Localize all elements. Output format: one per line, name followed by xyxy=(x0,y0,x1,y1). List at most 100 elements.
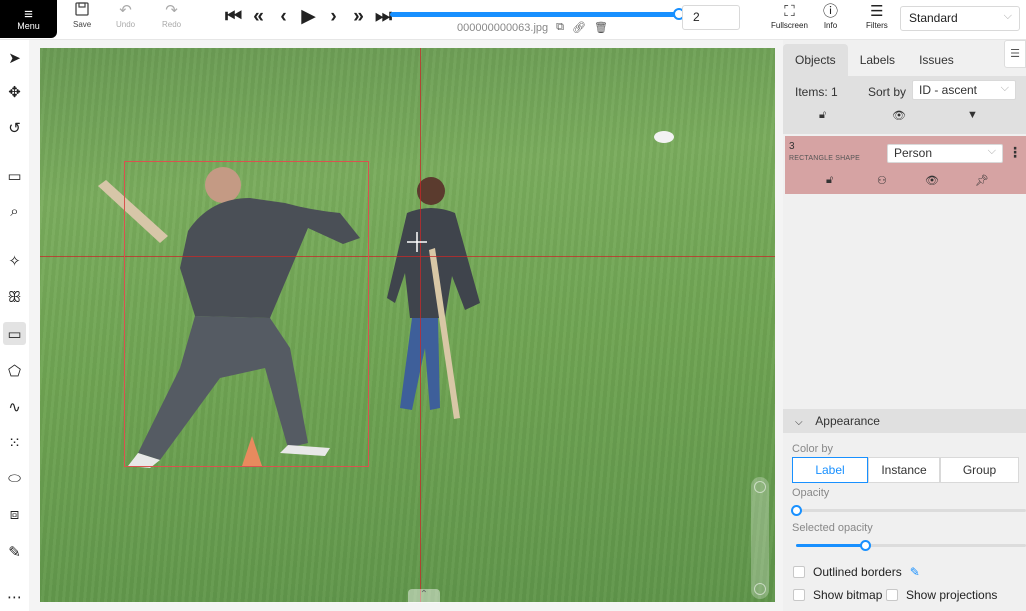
filters-button[interactable]: ☰ Filters xyxy=(866,3,888,30)
object-type: RECTANGLE SHAPE xyxy=(789,155,860,162)
object-label-value: Person xyxy=(894,146,933,160)
fast-backward-icon[interactable]: « xyxy=(247,4,270,30)
objects-sidebar: Objects Labels Issues ☰ Items: 1 Sort by… xyxy=(783,40,1026,611)
prev-frame-icon[interactable]: ‹ xyxy=(272,4,295,30)
frame-slider[interactable] xyxy=(390,12,678,17)
next-frame-icon[interactable]: › xyxy=(322,4,345,30)
delete-icon[interactable]: 🗑︎ xyxy=(594,21,608,34)
first-frame-icon[interactable]: ⏮ xyxy=(222,4,245,30)
lock-icon[interactable]: 🔓︎ xyxy=(826,174,833,187)
show-projections-checkbox[interactable] xyxy=(886,589,898,601)
color-by-label-option[interactable]: Label xyxy=(792,457,868,483)
object-label-select[interactable]: Person ⌵ xyxy=(887,144,1003,163)
collapse-sidebar-icon[interactable]: ☰ xyxy=(1004,40,1026,68)
sort-select[interactable]: ID - ascent ⌵ xyxy=(912,80,1016,100)
color-by-instance-option[interactable]: Instance xyxy=(868,457,940,483)
fast-forward-icon[interactable]: » xyxy=(347,4,370,30)
fullscreen-label: Fullscreen xyxy=(771,21,808,30)
show-bitmap-checkbox[interactable] xyxy=(793,589,805,601)
zoom-region-icon[interactable]: ⌕ xyxy=(3,200,26,223)
color-by-group-option[interactable]: Group xyxy=(940,457,1019,483)
zoom-handle-bottom[interactable] xyxy=(754,583,766,595)
opencv-icon[interactable]: ꕥ xyxy=(3,286,26,309)
chevron-up-icon[interactable]: ⌃ xyxy=(408,589,440,603)
lock-all-icon[interactable]: 🔓︎ xyxy=(819,109,826,122)
menu-button[interactable]: ≡ Menu xyxy=(0,0,57,38)
redo-button[interactable]: ↷ Redo xyxy=(162,2,181,29)
appearance-header[interactable]: ⌵ Appearance xyxy=(783,409,1026,433)
rectangle-annotation[interactable] xyxy=(124,161,369,467)
color-by-toggle: Label Instance Group xyxy=(792,457,1019,483)
undo-button[interactable]: ↶ Undo xyxy=(116,2,135,29)
more-icon[interactable]: ⋯ xyxy=(3,585,26,608)
move-icon[interactable]: ✥ xyxy=(3,80,26,103)
rotate-icon[interactable]: ↺ xyxy=(3,116,26,139)
menu-label: Menu xyxy=(17,20,40,31)
show-bitmap-row[interactable]: Show bitmap xyxy=(793,588,882,602)
polygon-icon[interactable]: ⬠ xyxy=(3,359,26,382)
workspace-select[interactable]: Standard ⌵ xyxy=(900,6,1020,31)
undo-icon: ↶ xyxy=(119,2,132,19)
filename: 000000000063.jpg xyxy=(457,21,549,34)
crosshair-vertical xyxy=(420,48,421,602)
canvas-zoom-scrollbar[interactable] xyxy=(751,477,769,599)
points-icon[interactable]: ⁙ xyxy=(3,431,26,454)
frame-number-input[interactable]: 2 xyxy=(682,5,740,30)
show-bitmap-label: Show bitmap xyxy=(813,588,883,602)
brush-icon[interactable]: ✎ xyxy=(3,540,26,563)
tab-labels[interactable]: Labels xyxy=(848,44,907,76)
magic-wand-icon[interactable]: ✧ xyxy=(3,249,26,272)
opacity-slider-handle[interactable] xyxy=(791,505,802,516)
crosshair-cursor-icon xyxy=(407,232,427,252)
cursor-icon[interactable]: ➤ xyxy=(3,46,26,69)
tab-issues[interactable]: Issues xyxy=(907,44,966,76)
info-button[interactable]: ⓘ Info xyxy=(823,3,838,30)
woman-figure xyxy=(387,177,480,419)
sidebar-tabs: Objects Labels Issues xyxy=(783,44,966,76)
save-button[interactable]: Save xyxy=(73,2,91,29)
more-vertical-icon[interactable]: ⋮ xyxy=(1008,144,1022,161)
sort-value: ID - ascent xyxy=(919,83,978,97)
link-icon[interactable]: 🔗︎ xyxy=(572,21,586,34)
cuboid-icon[interactable]: ⧈ xyxy=(3,503,26,526)
tab-objects[interactable]: Objects xyxy=(783,44,848,76)
outlined-borders-checkbox[interactable] xyxy=(793,566,805,578)
opacity-slider[interactable] xyxy=(796,509,1026,512)
info-icon: ⓘ xyxy=(823,3,839,20)
show-projections-label: Show projections xyxy=(906,588,998,602)
workspace-value: Standard xyxy=(909,11,958,25)
object-item[interactable]: 3 RECTANGLE SHAPE Person ⌵ ⋮ 🔓︎ ⚇ 👁︎ 📌︎ xyxy=(785,136,1026,194)
fit-image-icon[interactable]: ▭ xyxy=(3,164,26,187)
objects-list-header: Items: 1 Sort by ID - ascent ⌵ 🔓︎ 👁︎ ▼ xyxy=(783,76,1026,134)
redo-label: Redo xyxy=(162,20,182,29)
color-picker-icon[interactable]: ✎ xyxy=(910,565,920,579)
appearance-panel: ⌵ Appearance Color by Label Instance Gro… xyxy=(783,409,1026,611)
selected-opacity-label: Selected opacity xyxy=(792,522,873,534)
ellipse-icon[interactable]: ⬭ xyxy=(3,467,26,490)
selected-opacity-slider-handle[interactable] xyxy=(860,540,871,551)
chevron-down-icon: ⌵ xyxy=(795,417,803,428)
sort-by-label: Sort by xyxy=(868,85,907,99)
rectangle-icon[interactable]: ▭ xyxy=(3,322,26,345)
zoom-handle-top[interactable] xyxy=(754,481,766,493)
polyline-icon[interactable]: ∿ xyxy=(3,395,26,418)
caret-down-icon[interactable]: ▼ xyxy=(967,109,978,121)
filters-label: Filters xyxy=(866,21,888,30)
outlined-borders-row[interactable]: Outlined borders ✎ xyxy=(793,565,920,579)
user-icon[interactable]: ⚇ xyxy=(877,174,887,187)
last-frame-icon[interactable]: ⏭ xyxy=(372,4,395,30)
show-projections-row[interactable]: Show projections xyxy=(886,588,997,602)
color-by-label: Color by xyxy=(792,443,833,455)
filter-icon: ☰ xyxy=(870,3,884,20)
controls-sidebar: ➤ ✥ ↺ ▭ ⌕ ✧ ꕥ ▭ ⬠ ∿ ⁙ ⬭ ⧈ ✎ ⋯ xyxy=(0,40,29,611)
object-id: 3 xyxy=(789,141,795,152)
play-icon[interactable]: ▶ xyxy=(297,4,320,30)
fullscreen-button[interactable]: ⛶ Fullscreen xyxy=(771,3,808,30)
redo-icon: ↷ xyxy=(165,2,178,19)
eye-all-icon[interactable]: 👁︎ xyxy=(892,109,906,122)
chevron-down-icon: ⌵ xyxy=(1003,10,1012,22)
undo-label: Undo xyxy=(116,20,136,29)
pin-icon[interactable]: 📌︎ xyxy=(975,174,989,187)
eye-icon[interactable]: 👁︎ xyxy=(925,174,939,187)
copy-icon[interactable]: ⧉ xyxy=(556,21,564,34)
